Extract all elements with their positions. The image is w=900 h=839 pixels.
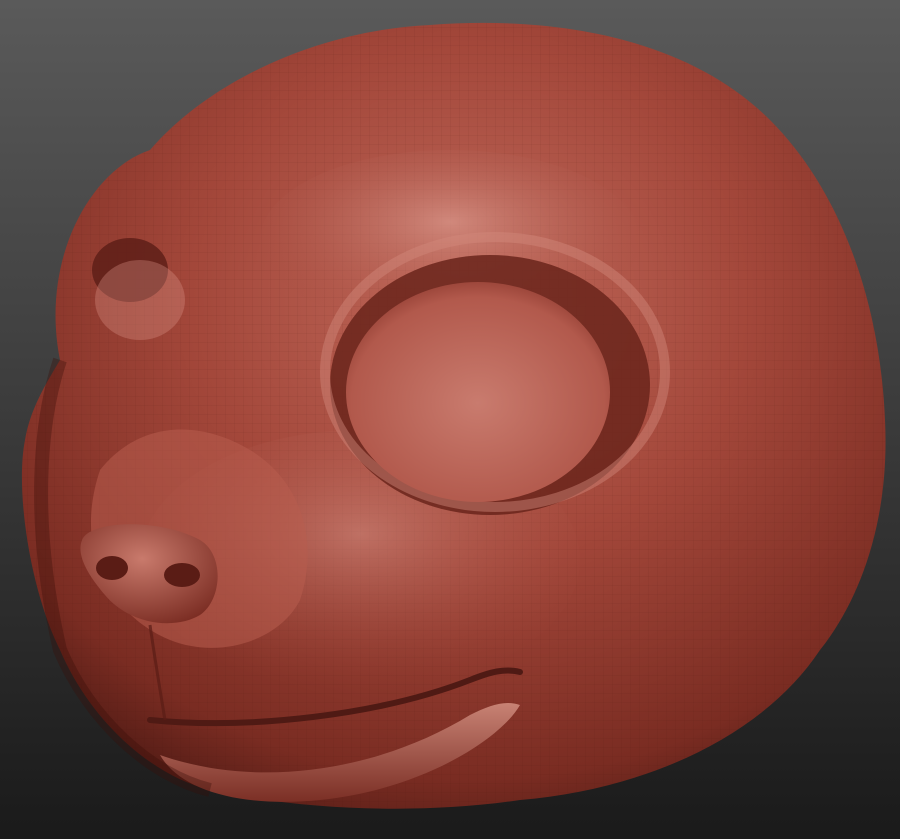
sculpt-render [21,22,886,809]
nostril-left [96,556,128,580]
nostril-right [164,563,200,587]
eye-ball [346,282,610,502]
viewport-canvas [0,0,900,839]
